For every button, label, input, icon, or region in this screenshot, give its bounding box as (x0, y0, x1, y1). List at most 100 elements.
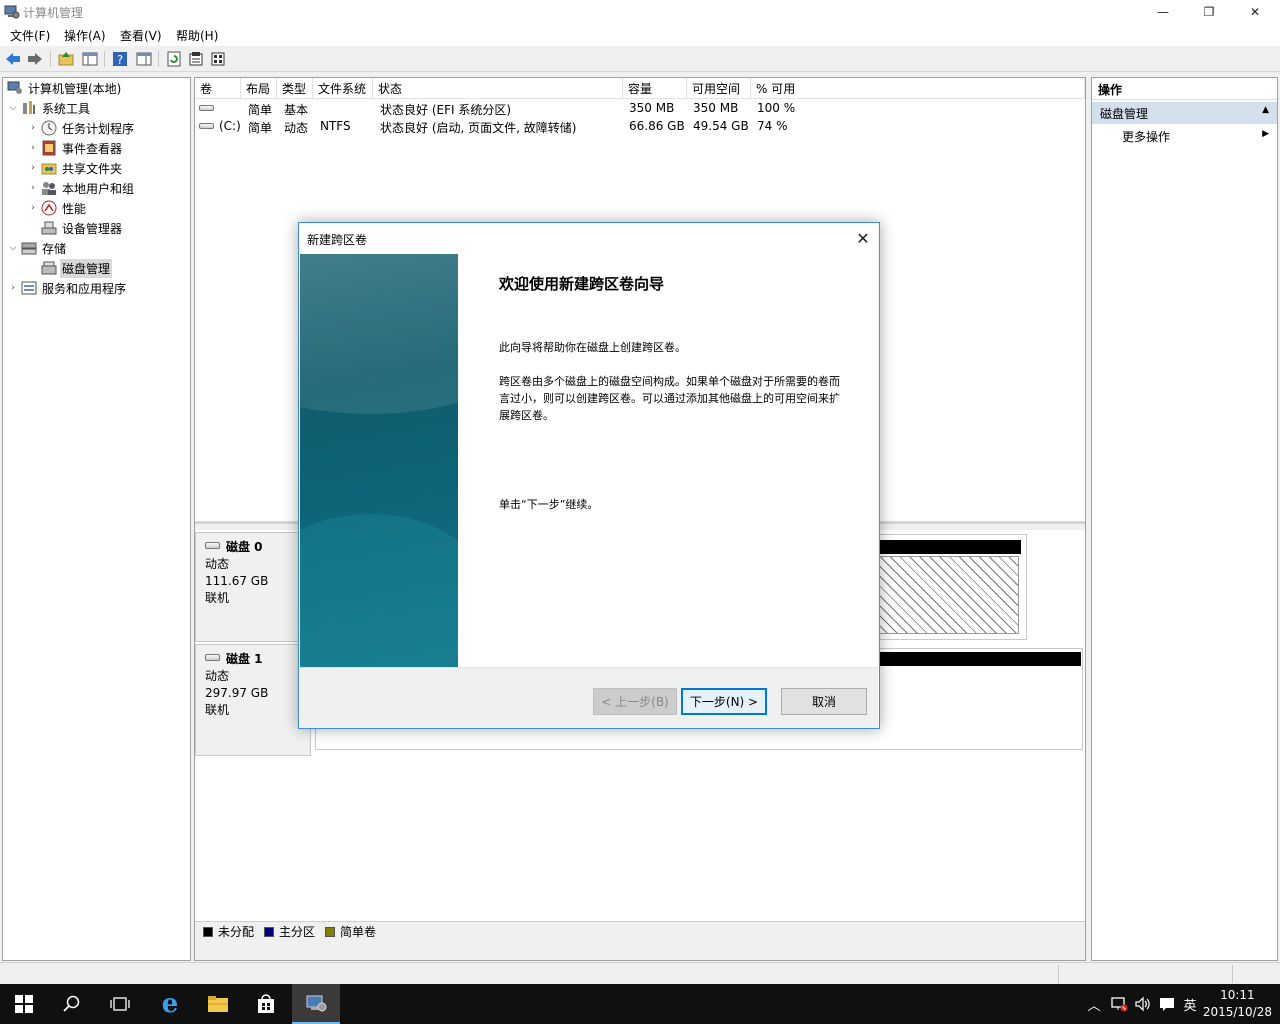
tree-item-root[interactable]: 计算机管理(本地) (5, 78, 123, 98)
up-folder-icon[interactable] (57, 50, 75, 68)
computer-management-icon (4, 5, 20, 19)
cell-type: 基本 (284, 103, 309, 117)
actions-section-disk-management[interactable]: 磁盘管理 ▲ (1092, 102, 1277, 124)
cell-percent-free: 100 % (757, 101, 796, 115)
search-button[interactable] (48, 984, 96, 1024)
tree-item-event-viewer[interactable]: › 事件查看器 (27, 138, 124, 158)
tree-item-local-users[interactable]: › 本地用户和组 (27, 178, 136, 198)
tree-item-device-manager[interactable]: 设备管理器 (39, 218, 124, 238)
menu-action[interactable]: 操作(A) (64, 27, 106, 44)
dialog-close-button[interactable]: ✕ (847, 223, 879, 253)
column-header-percent-free[interactable]: % 可用 (751, 78, 1085, 99)
cell-status: 状态良好 (EFI 系统分区) (380, 103, 512, 117)
legend-swatch (325, 926, 336, 937)
toolbar: ? (0, 46, 1280, 72)
show-hide-action-icon[interactable] (135, 50, 153, 68)
network-button[interactable] (1107, 984, 1131, 1024)
legend-swatch (203, 926, 213, 937)
cell-volume: (C:) (219, 119, 241, 133)
column-header-type[interactable]: 类型 (277, 78, 313, 99)
new-spanned-volume-wizard: 新建跨区卷 ✕ 欢迎使用新建跨区卷向导 此向导将帮助你在磁盘上创建跨区卷。 跨区… (298, 222, 880, 729)
cell-layout: 简单 (248, 121, 273, 135)
tree-item-label: 设备管理器 (62, 221, 123, 236)
computer-management-taskbar-button[interactable] (292, 984, 340, 1024)
cancel-button[interactable]: 取消 (781, 688, 867, 715)
menu-help[interactable]: 帮助(H) (176, 27, 218, 44)
performance-icon (41, 200, 57, 216)
volume-icon (1135, 996, 1150, 1012)
chevron-right-icon[interactable]: › (27, 123, 39, 133)
show-hidden-icons-button[interactable]: ︿ (1083, 984, 1105, 1024)
tree-item-label: 磁盘管理 (60, 258, 113, 278)
disk-1-label[interactable]: 磁盘 1 动态 297.97 GB 联机 (195, 644, 311, 756)
legend-item: 简单卷 (323, 923, 376, 940)
svg-text:?: ? (117, 53, 123, 67)
tree-item-shared-folders[interactable]: › 共享文件夹 (27, 158, 124, 178)
dialog-footer: < 上一步(B) 下一步(N) > 取消 (300, 667, 878, 728)
close-button[interactable]: ✕ (1232, 0, 1278, 24)
show-hide-tree-icon[interactable] (81, 50, 99, 68)
column-header-filesystem[interactable]: 文件系统 (313, 78, 373, 99)
next-button[interactable]: 下一步(N) > (681, 688, 767, 715)
store-icon (258, 994, 274, 1013)
edge-button[interactable]: e (146, 984, 194, 1024)
disk-0-label[interactable]: 磁盘 0 动态 111.67 GB 联机 (195, 532, 311, 642)
chevron-right-icon[interactable]: › (27, 183, 39, 193)
start-button[interactable] (0, 984, 48, 1024)
chevron-right-icon[interactable]: › (7, 283, 19, 293)
edge-icon: e (161, 989, 179, 1019)
back-icon[interactable] (4, 50, 22, 68)
tree-item-storage[interactable]: ⌵ 存储 (7, 238, 68, 258)
file-explorer-button[interactable] (194, 984, 242, 1024)
collapse-icon[interactable]: ▲ (1262, 105, 1269, 115)
forward-icon[interactable] (26, 50, 44, 68)
menu-view[interactable]: 查看(V) (120, 27, 162, 44)
chevron-down-icon[interactable]: ⌵ (7, 103, 19, 113)
column-header-status[interactable]: 状态 (373, 78, 623, 99)
services-icon (21, 281, 37, 295)
chevron-right-icon[interactable]: › (27, 163, 39, 173)
shared-folder-icon (41, 163, 57, 175)
dialog-title: 新建跨区卷 (307, 233, 368, 247)
clock[interactable]: 10:11 2015/10/28 (1203, 987, 1272, 1021)
tree-item-system-tools[interactable]: ⌵ 系统工具 (7, 98, 92, 118)
chevron-right-icon[interactable]: › (27, 203, 39, 213)
taskbar: e ︿ 英 10:11 2015/10/28 (0, 984, 1280, 1024)
column-header-free-space[interactable]: 可用空间 (687, 78, 751, 99)
wizard-intro-text: 此向导将帮助你在磁盘上创建跨区卷。 (499, 341, 686, 354)
column-header-capacity[interactable]: 容量 (623, 78, 687, 99)
store-button[interactable] (242, 984, 290, 1024)
disk-icon (205, 542, 220, 549)
tree-item-services-apps[interactable]: › 服务和应用程序 (7, 278, 128, 298)
menu-file[interactable]: 文件(F) (10, 27, 50, 44)
column-header-volume[interactable]: 卷 (195, 78, 241, 99)
tree-item-performance[interactable]: › 性能 (27, 198, 88, 218)
minimize-button[interactable]: — (1140, 0, 1186, 24)
chevron-right-icon[interactable]: › (27, 143, 39, 153)
tree-item-task-scheduler[interactable]: › 任务计划程序 (27, 118, 136, 138)
refresh-icon[interactable] (165, 50, 183, 68)
tree-item-disk-management[interactable]: 磁盘管理 (39, 258, 113, 278)
legend-item: 主分区 (262, 923, 315, 940)
tree-item-label: 本地用户和组 (62, 181, 135, 196)
cell-free-space: 350 MB (693, 101, 739, 115)
unallocated-partition[interactable] (877, 556, 1019, 634)
back-button[interactable]: < 上一步(B) (593, 688, 677, 715)
chevron-down-icon[interactable]: ⌵ (7, 243, 19, 253)
volume-button[interactable] (1131, 984, 1155, 1024)
export-icon[interactable] (209, 50, 227, 68)
task-view-button[interactable] (96, 984, 144, 1024)
input-method-indicator[interactable]: 英 (1179, 984, 1201, 1024)
chevron-up-icon: ︿ (1087, 998, 1101, 1014)
action-center-button[interactable] (1155, 984, 1179, 1024)
more-actions-item[interactable]: 更多操作 (1122, 128, 1170, 145)
clock-time: 10:11 (1220, 988, 1255, 1002)
help-icon[interactable]: ? (111, 50, 129, 68)
column-header-layout[interactable]: 布局 (241, 78, 277, 99)
properties-icon[interactable] (187, 50, 205, 68)
restore-button[interactable]: ❐ (1186, 0, 1232, 24)
network-icon (1111, 997, 1128, 1012)
unallocated-strip (875, 540, 1021, 554)
drive-icon (199, 105, 214, 111)
actions-pane: 操作 磁盘管理 ▲ 更多操作 ▶ (1091, 77, 1278, 961)
